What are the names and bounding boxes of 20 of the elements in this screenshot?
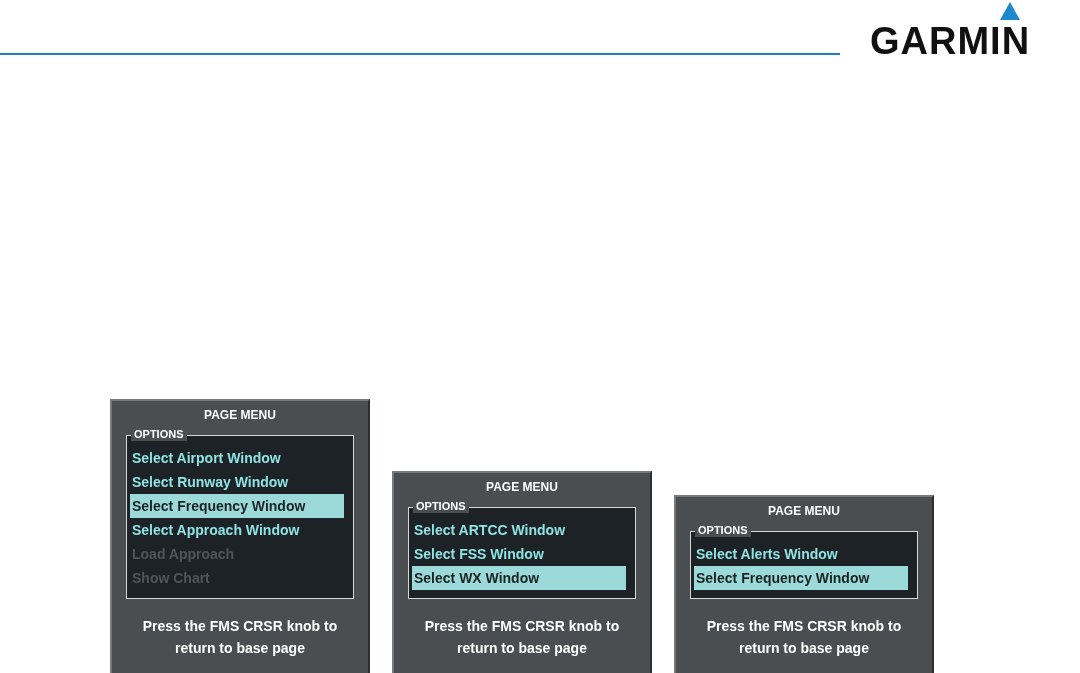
menu-item[interactable]: Select Approach Window — [130, 518, 344, 542]
instruction-text: Press the FMS CRSR knob to return to base page — [423, 617, 621, 658]
menu-item[interactable]: Select FSS Window — [412, 542, 626, 566]
options-legend: OPTIONS — [695, 523, 751, 537]
menu-item[interactable]: Select Airport Window — [130, 446, 344, 470]
instruction-text: Press the FMS CRSR knob to return to base page — [705, 617, 903, 658]
panel-title: PAGE MENU — [486, 479, 558, 495]
menu-item[interactable]: Select Runway Window — [130, 470, 344, 494]
menu-item[interactable]: Select ARTCC Window — [412, 518, 626, 542]
logo: GARMIN — [870, 2, 1031, 60]
menu-item[interactable]: Select Frequency Window — [694, 566, 908, 590]
menu-item[interactable]: Select Alerts Window — [694, 542, 908, 566]
menu-item[interactable]: Select Frequency Window — [130, 494, 344, 518]
options-legend: OPTIONS — [131, 427, 187, 441]
triangle-icon — [1000, 2, 1021, 20]
panel-title: PAGE MENU — [768, 503, 840, 519]
instruction-text: Press the FMS CRSR knob to return to base page — [141, 617, 339, 658]
options-legend: OPTIONS — [413, 499, 469, 513]
panel-title: PAGE MENU — [204, 407, 276, 423]
menu-item[interactable]: Select WX Window — [412, 566, 626, 590]
